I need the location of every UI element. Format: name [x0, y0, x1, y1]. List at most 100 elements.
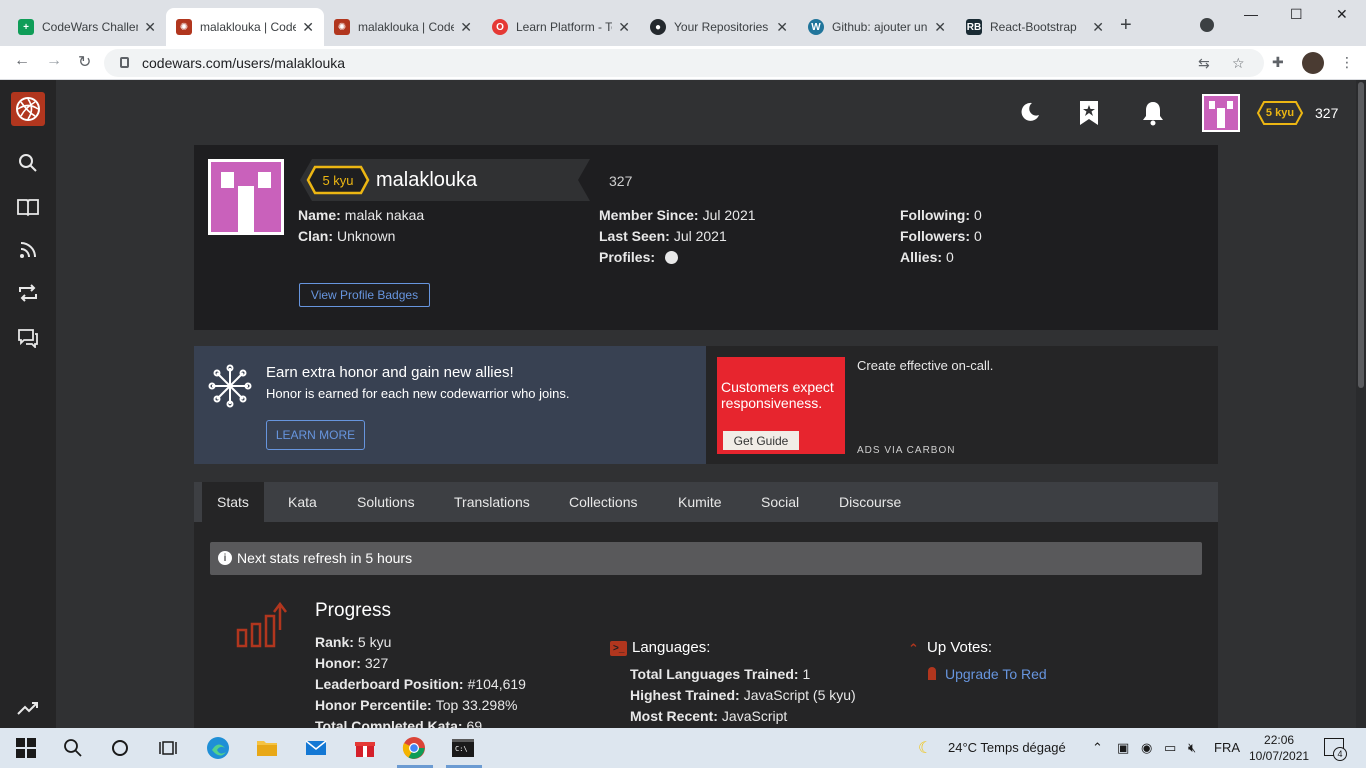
stat-label: Total Languages Trained:: [630, 666, 799, 682]
tab-kata[interactable]: Kata: [273, 482, 332, 522]
tab-solutions[interactable]: Solutions: [342, 482, 430, 522]
weather-text[interactable]: 24°C Temps dégagé: [948, 740, 1066, 755]
weather-moon-icon[interactable]: ☾: [918, 738, 932, 758]
extensions-icon[interactable]: ✚: [1272, 54, 1284, 71]
search-icon[interactable]: [61, 736, 85, 760]
referral-promo: Earn extra honor and gain new allies! Ho…: [194, 346, 706, 464]
user-avatar-small[interactable]: [1202, 94, 1240, 132]
rank-badge-header[interactable]: 5 kyu: [1256, 100, 1304, 126]
cortana-icon[interactable]: [108, 736, 132, 760]
tab-social[interactable]: Social: [746, 482, 814, 522]
ad-image[interactable]: Customers expect responsiveness. Get Gui…: [717, 357, 845, 454]
info-icon: i: [218, 551, 232, 565]
dark-mode-moon-icon[interactable]: [1018, 100, 1042, 124]
camera-off-icon[interactable]: ◉: [1141, 740, 1152, 756]
promo-title: Earn extra honor and gain new allies!: [266, 364, 514, 381]
maximize-icon[interactable]: ☐: [1290, 6, 1303, 23]
battery-icon[interactable]: ▭: [1164, 740, 1176, 756]
clock[interactable]: 22:06 10/07/2021: [1249, 732, 1309, 764]
meet-icon[interactable]: ▣: [1117, 740, 1129, 756]
terminal-app-icon[interactable]: C:\: [451, 736, 475, 760]
browser-tab[interactable]: W Github: ajouter un ✕: [798, 8, 956, 46]
stat-label: Leaderboard Position:: [315, 676, 464, 692]
language-indicator[interactable]: FRA: [1214, 740, 1240, 755]
chat-icon[interactable]: [17, 327, 39, 349]
following-field: Following: 0: [900, 207, 982, 223]
browser-tab[interactable]: RB React-Bootstrap ✕: [956, 8, 1114, 46]
browser-tab[interactable]: ● Your Repositories ✕: [640, 8, 798, 46]
upgrade-to-red-link[interactable]: Upgrade To Red: [945, 666, 1047, 682]
browser-tab-active[interactable]: ✺ malaklouka | Codewars ✕: [166, 8, 324, 46]
view-profile-badges-button[interactable]: View Profile Badges: [299, 283, 430, 307]
tab-title: React-Bootstrap: [990, 20, 1077, 34]
carbon-ad: Customers expect responsiveness. Get Gui…: [706, 346, 1218, 464]
ads-via-carbon-link[interactable]: ADS VIA CARBON: [857, 445, 955, 456]
close-tab-icon[interactable]: ✕: [1092, 19, 1104, 36]
most-recent-stat: Most Recent: JavaScript: [630, 708, 787, 724]
stat-label: Highest Trained:: [630, 687, 740, 703]
close-tab-icon[interactable]: ✕: [776, 19, 788, 36]
get-guide-button[interactable]: Get Guide: [723, 431, 799, 450]
bookmark-icon[interactable]: [1078, 100, 1102, 125]
react-bootstrap-icon: RB: [966, 19, 982, 35]
new-tab-button[interactable]: +: [1120, 14, 1132, 37]
browser-tab[interactable]: O Learn Platform - Teach ✕: [482, 8, 640, 46]
reload-icon[interactable]: ↻: [78, 52, 91, 72]
search-icon[interactable]: [17, 152, 39, 174]
trending-icon[interactable]: [17, 697, 39, 719]
tab-kumite[interactable]: Kumite: [663, 482, 737, 522]
page-scrollbar[interactable]: [1356, 80, 1366, 728]
lock-icon[interactable]: [120, 57, 129, 68]
close-tab-icon[interactable]: ✕: [618, 19, 630, 36]
task-view-icon[interactable]: [156, 736, 180, 760]
tab-translations[interactable]: Translations: [439, 482, 545, 522]
username: malaklouka: [376, 169, 478, 191]
show-hidden-icons-icon[interactable]: ⌃: [1092, 740, 1103, 756]
book-icon[interactable]: [17, 196, 39, 218]
feed-icon[interactable]: [17, 239, 39, 261]
profile-avatar[interactable]: [1302, 52, 1324, 74]
windows-start-icon[interactable]: [14, 736, 38, 760]
bookmark-star-icon[interactable]: ☆: [1232, 55, 1245, 72]
close-tab-icon[interactable]: ✕: [934, 19, 946, 36]
ad-title[interactable]: Create effective on-call.: [857, 358, 993, 373]
following-value: 0: [973, 207, 982, 223]
volume-muted-icon[interactable]: 🔇︎: [1188, 740, 1196, 756]
forward-icon[interactable]: →: [46, 52, 62, 70]
close-tab-icon[interactable]: ✕: [460, 19, 472, 36]
browser-toolbar: ← → ↻ codewars.com/users/malaklouka ⇆ ☆ …: [0, 46, 1366, 80]
browser-tab[interactable]: ✺ malaklouka | Codewars ✕: [324, 8, 482, 46]
learn-more-button[interactable]: LEARN MORE: [266, 420, 365, 450]
tab-search-icon[interactable]: [1200, 18, 1214, 32]
file-explorer-icon[interactable]: [255, 736, 279, 760]
stat-label: Honor:: [315, 655, 361, 671]
stat-value: 327: [364, 655, 389, 671]
gift-app-icon[interactable]: [353, 736, 377, 760]
tab-stats[interactable]: Stats: [202, 482, 264, 522]
translate-icon[interactable]: ⇆: [1198, 55, 1210, 72]
minimize-icon[interactable]: —: [1244, 6, 1258, 22]
tab-title: Your Repositories: [674, 20, 769, 34]
address-bar[interactable]: codewars.com/users/malaklouka ⇆ ☆: [104, 49, 1264, 77]
chrome-icon[interactable]: [402, 736, 426, 760]
tab-discourse[interactable]: Discourse: [824, 482, 916, 522]
close-tab-icon[interactable]: ✕: [144, 19, 156, 36]
codewars-logo-icon[interactable]: [11, 92, 45, 126]
repeat-icon[interactable]: [17, 282, 39, 304]
tab-collections[interactable]: Collections: [554, 482, 652, 522]
close-tab-icon[interactable]: ✕: [302, 19, 314, 36]
followers-value: 0: [974, 228, 982, 244]
network-icon: [208, 364, 252, 413]
stat-label: Honor Percentile:: [315, 697, 432, 713]
back-icon[interactable]: ←: [14, 52, 30, 70]
browser-tab[interactable]: + CodeWars Challenges ✕: [8, 8, 166, 46]
honor-stat: Honor: 327: [315, 655, 388, 671]
mail-icon[interactable]: [304, 736, 328, 760]
followers-label: Followers:: [900, 228, 971, 244]
menu-icon[interactable]: ⋮: [1340, 54, 1354, 71]
scrollbar-thumb[interactable]: [1358, 82, 1364, 388]
github-icon[interactable]: [664, 251, 678, 264]
edge-icon[interactable]: [206, 736, 230, 760]
notifications-bell-icon[interactable]: [1141, 100, 1165, 126]
close-window-icon[interactable]: ✕: [1336, 6, 1348, 23]
